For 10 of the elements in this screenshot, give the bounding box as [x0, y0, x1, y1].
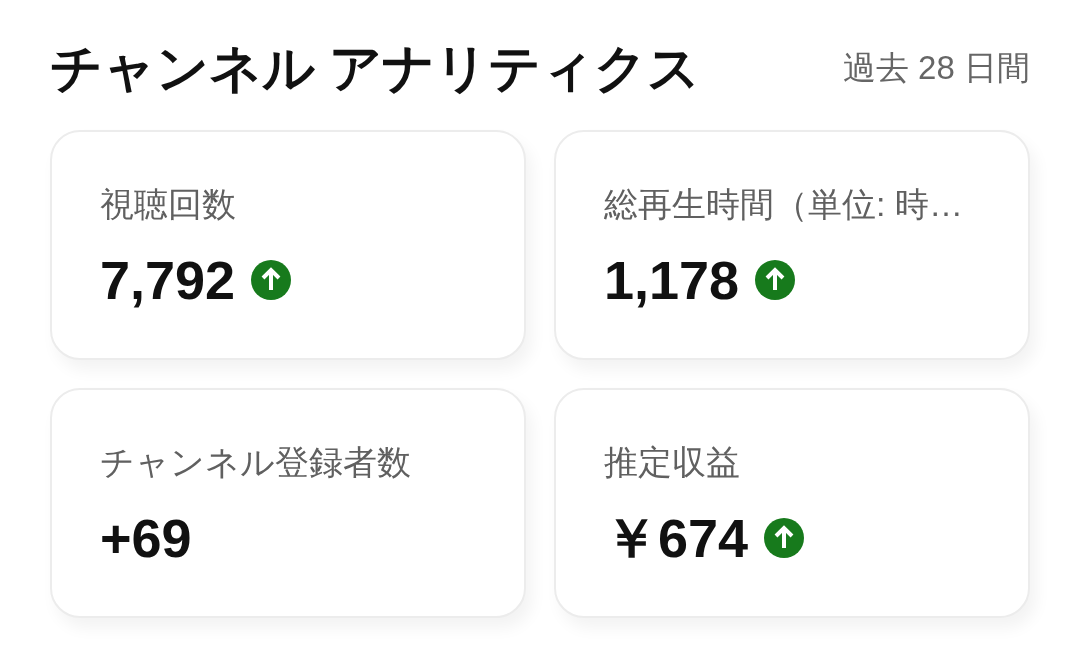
metric-value: ￥674 — [604, 508, 749, 568]
metric-value: 7,792 — [100, 250, 236, 310]
metric-value: 1,178 — [604, 250, 740, 310]
page-title: チャンネル アナリティクス — [50, 38, 701, 99]
period-label: 過去 28 日間 — [842, 48, 1030, 88]
metric-value: +69 — [100, 508, 192, 568]
metric-label: 視聴回数 — [100, 184, 237, 225]
metric-label: チャンネル登録者数 — [100, 442, 412, 483]
metric-label: 総再生時間（単位: 時… — [604, 184, 964, 225]
metric-label: 推定収益 — [604, 442, 741, 483]
